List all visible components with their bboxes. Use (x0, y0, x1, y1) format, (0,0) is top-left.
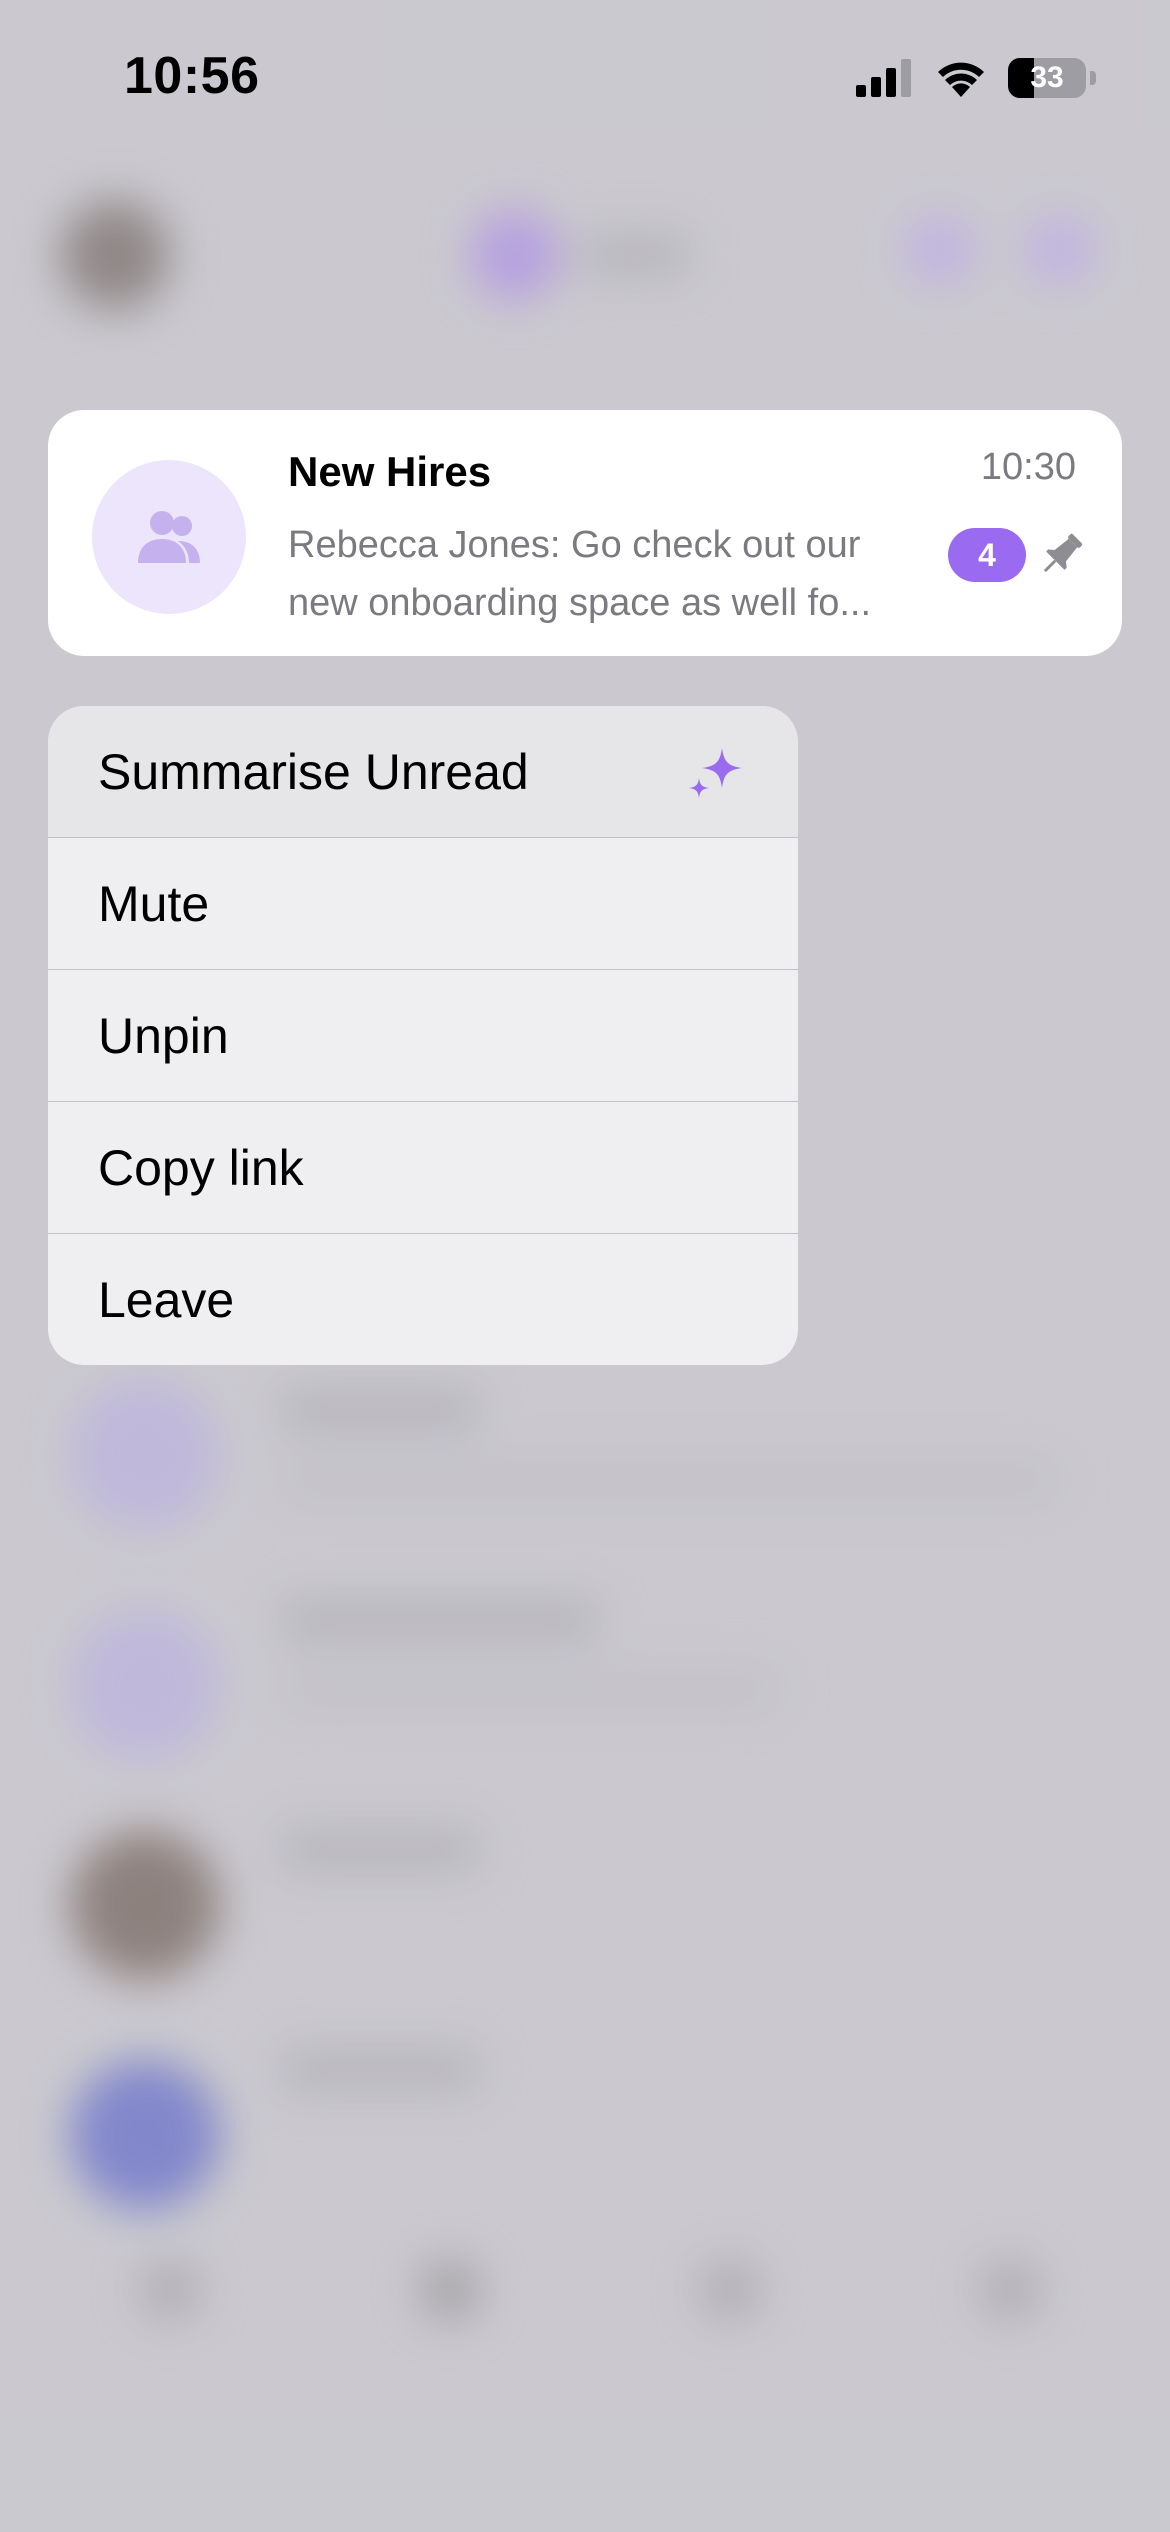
group-icon (138, 511, 200, 563)
battery-indicator: 33 (1008, 58, 1086, 98)
menu-item-leave[interactable]: Leave (48, 1233, 798, 1365)
wifi-icon (938, 62, 984, 97)
status-time: 10:56 (124, 47, 260, 105)
menu-item-label: Unpin (98, 1007, 229, 1064)
cellular-signal-icon (856, 59, 911, 97)
menu-item-label: Mute (98, 875, 210, 932)
menu-item-copy-link[interactable]: Copy link (48, 1101, 798, 1233)
chat-context-menu: Summarise Unread Mute Unpin Copy link Le… (48, 706, 798, 1365)
chat-last-message: Rebecca Jones: Go check out our new onbo… (288, 516, 908, 632)
menu-item-label: Summarise Unread (98, 743, 529, 800)
chat-title: New Hires (288, 448, 492, 495)
chat-preview-line-2: new onboarding space as well fo... (288, 582, 872, 624)
group-avatar (92, 460, 246, 614)
sparkle-icon (689, 748, 742, 798)
status-icons: 33 (856, 56, 1096, 100)
chat-preview-card[interactable]: New Hires Rebecca Jones: Go check out ou… (48, 410, 1122, 656)
menu-item-label: Copy link (98, 1139, 304, 1196)
menu-item-label: Leave (98, 1271, 235, 1328)
menu-item-unpin[interactable]: Unpin (48, 969, 798, 1101)
menu-item-summarise-unread[interactable]: Summarise Unread (48, 706, 798, 837)
chat-preview-line-1: Rebecca Jones: Go check out our (288, 524, 861, 566)
unread-count-badge: 4 (948, 528, 1026, 582)
battery-level: 33 (1030, 61, 1064, 94)
chat-timestamp: 10:30 (980, 446, 1076, 488)
battery-cap (1090, 71, 1096, 85)
menu-item-mute[interactable]: Mute (48, 837, 798, 969)
pin-icon (1044, 533, 1083, 572)
